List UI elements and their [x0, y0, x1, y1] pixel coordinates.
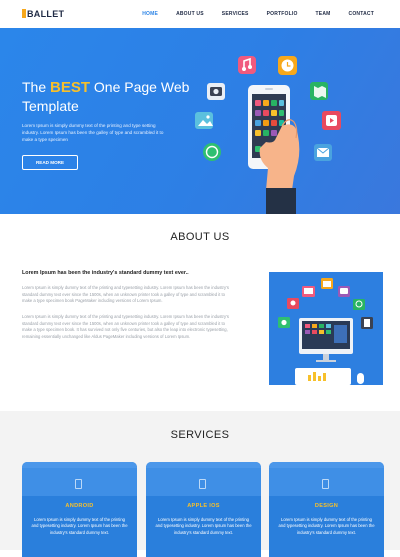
brand-logo[interactable]: BALLET: [22, 9, 64, 19]
logo-mark-icon: [22, 9, 26, 18]
nav-item-team[interactable]: TEAM: [316, 11, 331, 17]
nav-item-home[interactable]: HOME: [142, 11, 158, 17]
top-navbar: BALLET HOME ABOUT US SERVICES PORTFOLIO …: [0, 0, 400, 28]
map-icon: [310, 82, 328, 100]
main-menu: HOME ABOUT US SERVICES PORTFOLIO TEAM CO…: [142, 11, 374, 17]
nav-item-services[interactable]: SERVICES: [222, 11, 249, 17]
mobile-icon: [322, 479, 329, 489]
mouse-icon: [357, 373, 364, 384]
mobile-icon: [199, 479, 206, 489]
document-icon: [361, 317, 373, 329]
nav-item-about-us[interactable]: ABOUT US: [176, 11, 204, 17]
service-card-android[interactable]: ANDROID Lorem Ipsum is simply dummy text…: [22, 462, 137, 557]
hero-title-pre: The: [22, 79, 51, 95]
service-card-title: APPLE IOS: [187, 503, 220, 509]
services-section: SERVICES ANDROID Lorem Ipsum is simply d…: [0, 411, 400, 557]
service-card-title: ANDROID: [65, 503, 94, 509]
service-card-text: Lorem Ipsum is simply dummy text of the …: [155, 517, 252, 535]
music-icon: [238, 56, 256, 74]
about-lead-text: Lorem Ipsum has been the industry's stan…: [22, 270, 189, 276]
nav-item-portfolio[interactable]: PORTFOLIO: [267, 11, 298, 17]
clock-icon: [278, 56, 297, 75]
image-icon: [195, 112, 213, 129]
service-card-text: Lorem Ipsum is simply dummy text of the …: [278, 517, 375, 535]
camera-icon: [207, 83, 225, 100]
video-icon: [322, 111, 341, 130]
mobile-icon: [75, 479, 82, 489]
chat-icon: [338, 286, 350, 297]
about-paragraph-1: Lorem Ipsum is simply dummy text of the …: [22, 285, 229, 304]
service-card-apple-ios[interactable]: APPLE IOS Lorem Ipsum is simply dummy te…: [146, 462, 261, 557]
hero-illustration: [195, 56, 341, 214]
gear-icon: [278, 317, 290, 328]
about-paragraph-2: Lorem Ipsum is simply dummy text of the …: [22, 314, 229, 339]
service-card-text: Lorem Ipsum is simply dummy text of the …: [31, 517, 128, 535]
service-card-title: DESIGN: [314, 503, 339, 509]
hero-title-highlight: BEST: [50, 79, 91, 96]
about-section-title: ABOUT US: [170, 231, 230, 243]
monitor-icon: [302, 286, 315, 297]
keyboard-illustration: [295, 368, 351, 385]
heart-icon: [287, 298, 299, 309]
refresh-icon: [353, 299, 365, 310]
services-section-title: SERVICES: [170, 429, 230, 441]
hero-title: The BEST One Page Web Template: [22, 78, 192, 115]
mail-icon: [314, 144, 332, 161]
about-illustration: [269, 272, 383, 385]
hero-banner: The BEST One Page Web Template Lorem Ips…: [0, 28, 400, 214]
read-more-button[interactable]: READ MORE: [22, 155, 78, 170]
folder-icon: [321, 278, 333, 289]
brand-name: BALLET: [27, 9, 65, 19]
nav-item-contact[interactable]: CONTACT: [349, 11, 374, 17]
phone-call-icon: [203, 143, 221, 161]
service-card-design[interactable]: DESIGN Lorem Ipsum is simply dummy text …: [269, 462, 384, 557]
hero-description: Lorem Ipsum is simply dummy text of the …: [22, 123, 164, 142]
